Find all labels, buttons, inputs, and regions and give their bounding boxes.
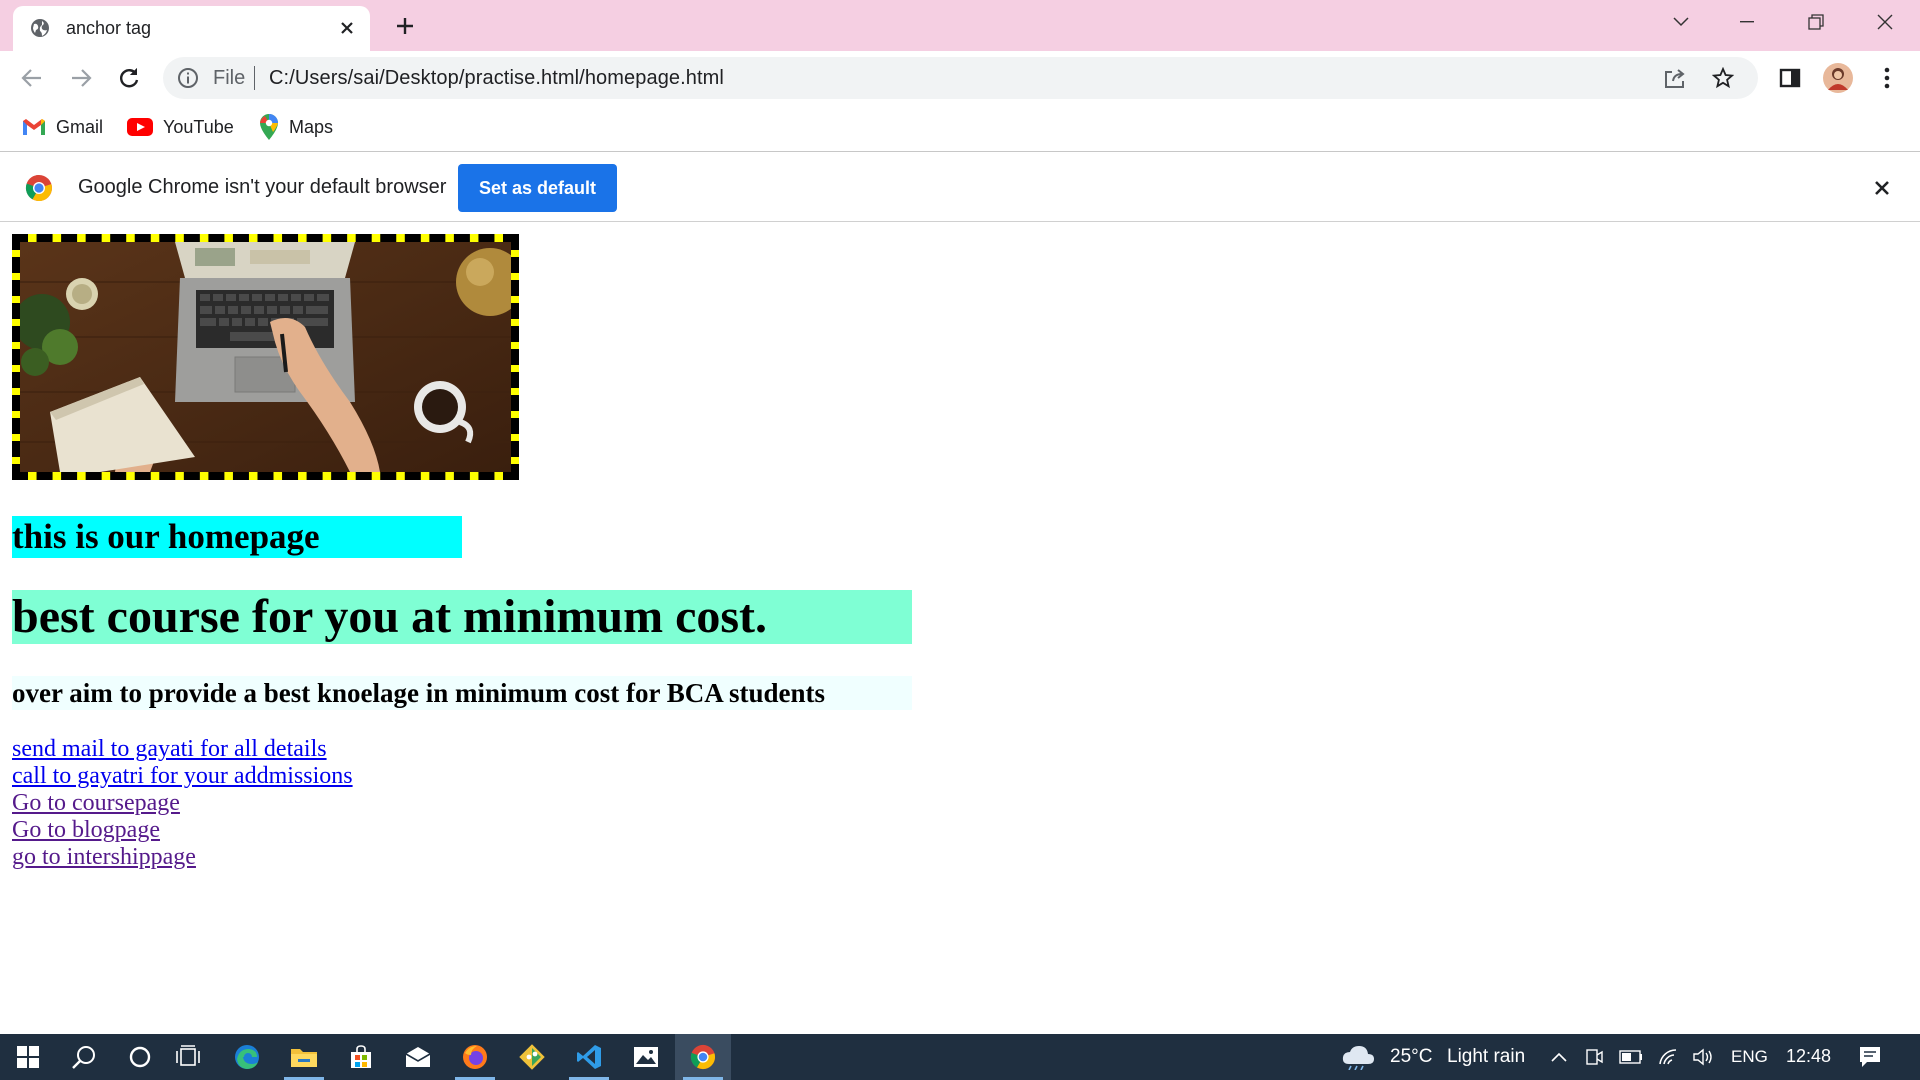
bookmark-label: Gmail xyxy=(56,116,104,137)
firefox-icon[interactable] xyxy=(447,1034,503,1080)
chevron-down-icon[interactable] xyxy=(1650,0,1712,44)
infobar-message: Google Chrome isn't your default browser xyxy=(78,176,447,198)
bookmark-maps[interactable]: Maps xyxy=(259,114,333,140)
bookmark-youtube[interactable]: YouTube xyxy=(127,114,234,140)
bookmark-star-icon[interactable] xyxy=(1711,66,1735,90)
weather-condition[interactable]: Light rain xyxy=(1447,1046,1525,1068)
meet-now-icon[interactable] xyxy=(1580,1034,1608,1080)
title-bar: anchor tag xyxy=(0,0,1920,51)
hero-image-frame xyxy=(12,234,519,480)
menu-kebab-icon[interactable] xyxy=(1868,59,1906,97)
notifications-icon[interactable] xyxy=(1850,1034,1890,1080)
tab-title: anchor tag xyxy=(66,18,152,38)
weather-temp[interactable]: 25°C xyxy=(1390,1046,1432,1068)
forward-icon[interactable] xyxy=(62,59,100,97)
globe-icon xyxy=(31,19,49,37)
hero-image xyxy=(20,242,511,472)
page-content: this is our homepage best course for you… xyxy=(0,222,1920,1034)
coursepage-link[interactable]: Go to coursepage xyxy=(12,790,353,817)
chevron-up-icon[interactable] xyxy=(1545,1034,1573,1080)
taskbar: 25°C Light rain ENG 12:48 xyxy=(0,1034,1920,1080)
avatar[interactable] xyxy=(1819,59,1857,97)
restore-icon[interactable] xyxy=(1785,0,1847,44)
clock[interactable]: 12:48 xyxy=(1786,1046,1831,1067)
maps-icon xyxy=(260,114,278,140)
address-bar[interactable]: File C:/Users/sai/Desktop/practise.html/… xyxy=(163,57,1758,99)
infobar-close-icon[interactable] xyxy=(1870,176,1894,200)
call-link[interactable]: call to gayatri for your addmissions xyxy=(12,763,353,790)
browser-tab[interactable]: anchor tag xyxy=(13,6,370,51)
heading-aim: over aim to provide a best knoelage in m… xyxy=(12,676,912,710)
bookmark-label: Maps xyxy=(289,116,334,137)
volume-icon[interactable] xyxy=(1688,1034,1718,1080)
photos-icon[interactable] xyxy=(618,1034,674,1080)
share-icon[interactable] xyxy=(1663,66,1687,90)
bookmark-gmail[interactable]: Gmail xyxy=(22,114,103,140)
task-view-icon[interactable] xyxy=(160,1034,216,1080)
heading-course: best course for you at minimum cost. xyxy=(12,590,912,644)
new-tab-icon[interactable] xyxy=(390,11,420,41)
weather-cloud-icon[interactable] xyxy=(1338,1034,1378,1080)
vscode-icon[interactable] xyxy=(561,1034,617,1080)
minimize-icon[interactable] xyxy=(1716,0,1778,44)
bookmark-label: YouTube xyxy=(163,116,234,137)
chrome-icon[interactable] xyxy=(675,1034,731,1080)
mail-link[interactable]: send mail to gayati for all details xyxy=(12,736,353,763)
language-indicator[interactable]: ENG xyxy=(1731,1047,1768,1067)
store-icon[interactable] xyxy=(333,1034,389,1080)
file-explorer-icon[interactable] xyxy=(276,1034,332,1080)
info-icon[interactable] xyxy=(177,67,199,89)
url-separator xyxy=(254,66,255,90)
chrome-logo-icon xyxy=(25,174,52,202)
edge-icon[interactable] xyxy=(219,1034,275,1080)
internshippage-link[interactable]: go to intershippage xyxy=(12,844,353,871)
gmail-icon xyxy=(23,119,45,135)
tab-close-icon[interactable] xyxy=(334,15,360,41)
set-as-default-button[interactable]: Set as default xyxy=(458,164,617,212)
reload-icon[interactable] xyxy=(110,59,148,97)
search-icon[interactable] xyxy=(56,1034,112,1080)
url-text[interactable]: C:/Users/sai/Desktop/practise.html/homep… xyxy=(269,67,724,90)
heading-homepage: this is our homepage xyxy=(12,516,462,558)
git-icon[interactable] xyxy=(504,1034,560,1080)
mail-icon[interactable] xyxy=(390,1034,446,1080)
blogpage-link[interactable]: Go to blogpage xyxy=(12,817,353,844)
link-list: send mail to gayati for all details call… xyxy=(12,736,353,871)
bookmarks-bar: Gmail YouTube Maps xyxy=(0,106,1920,152)
browser-toolbar: File C:/Users/sai/Desktop/practise.html/… xyxy=(0,51,1920,106)
default-browser-infobar: Google Chrome isn't your default browser… xyxy=(0,154,1920,222)
side-panel-icon[interactable] xyxy=(1771,59,1809,97)
url-scheme: File xyxy=(213,67,246,89)
windows-start-icon[interactable] xyxy=(0,1034,56,1080)
youtube-icon xyxy=(127,118,153,136)
close-icon[interactable] xyxy=(1854,0,1916,44)
back-icon[interactable] xyxy=(13,59,51,97)
battery-icon[interactable] xyxy=(1616,1034,1646,1080)
wifi-icon[interactable] xyxy=(1654,1034,1684,1080)
